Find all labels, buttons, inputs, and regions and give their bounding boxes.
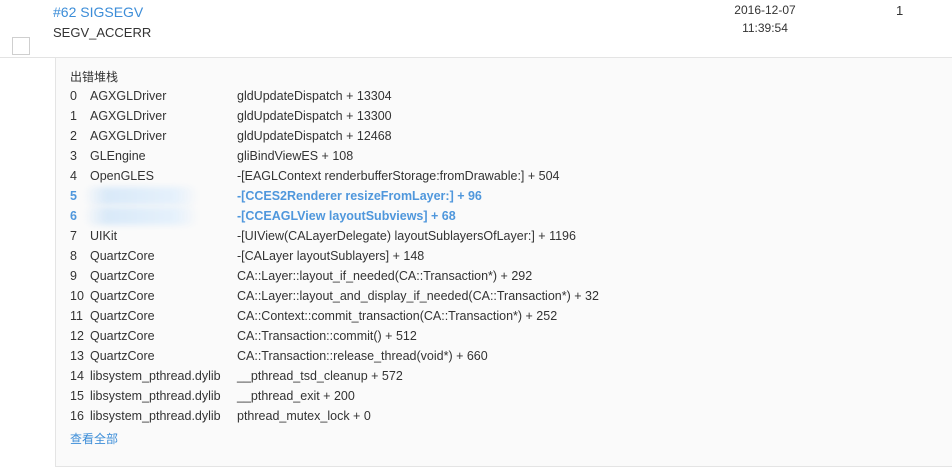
frame-index: 11 — [70, 309, 83, 323]
frame-library: libsystem_pthread.dylib — [90, 409, 221, 423]
frame-index: 2 — [70, 129, 77, 143]
frame-index: 6 — [70, 209, 77, 223]
frame-symbol: CA::Transaction::release_thread(void*) +… — [237, 349, 488, 363]
frame-library: QuartzCore — [90, 349, 155, 363]
issue-title-link[interactable]: #62 SIGSEGV — [53, 4, 143, 20]
frame-index: 12 — [70, 329, 84, 343]
frame-library: AGXGLDriver — [90, 109, 167, 123]
frame-library: AGXGLDriver — [90, 129, 167, 143]
frame-index: 0 — [70, 89, 77, 103]
issue-last-occurrence: 2016-12-07 11:39:54 — [718, 1, 812, 37]
stack-frame-row: 16 libsystem_pthread.dylib pthread_mutex_l… — [70, 406, 930, 426]
frame-symbol: -[CALayer layoutSublayers] + 148 — [237, 249, 425, 263]
frame-symbol: gldUpdateDispatch + 13300 — [237, 109, 392, 123]
frame-symbol: -[CCES2Renderer resizeFromLayer:] + 96 — [237, 189, 482, 203]
frame-index: 1 — [70, 109, 77, 123]
stack-frame-row: 10 QuartzCore CA::Layer::layout_and_displa… — [70, 286, 930, 306]
frame-symbol: CA::Layer::layout_and_display_if_needed(… — [237, 289, 599, 303]
stack-frame-row: 9 QuartzCore CA::Layer::layout_if_needed(C… — [70, 266, 930, 286]
stack-frame-row: 4 OpenGLES -[EAGLContext renderbufferStora… — [70, 166, 930, 186]
frame-library: QuartzCore — [90, 309, 155, 323]
issue-time: 11:39:54 — [742, 21, 788, 35]
frame-index: 7 — [70, 229, 77, 243]
stack-frame-row: 3 GLEngine gliBindViewES + 108 — [70, 146, 930, 166]
frame-library: OpenGLES — [90, 169, 154, 183]
frame-symbol: CA::Context::commit_transaction(CA::Tran… — [237, 309, 558, 323]
issue-row[interactable]: #62 SIGSEGV SEGV_ACCERR 2016-12-07 11:39… — [0, 0, 952, 58]
frame-symbol: __pthread_exit + 200 — [237, 389, 355, 403]
redacted-library-blur — [84, 187, 198, 205]
frame-index: 10 — [70, 289, 84, 303]
frame-library: QuartzCore — [90, 289, 155, 303]
stack-frame-row: 1 AGXGLDriver gldUpdateDispatch + 13300 — [70, 106, 930, 126]
issue-error-code: SEGV_ACCERR — [53, 25, 152, 40]
frame-library: AGXGLDriver — [90, 89, 167, 103]
frame-library: UIKit — [90, 229, 118, 243]
stack-frame-row: 0 AGXGLDriver gldUpdateDispatch + 13304 — [70, 86, 930, 106]
stack-frame-row: 15 libsystem_pthread.dylib __pthread_exit … — [70, 386, 930, 406]
stack-frame-row: 13 QuartzCore CA::Transaction::release_thr… — [70, 346, 930, 366]
stack-frame-row: 14 libsystem_pthread.dylib __pthread_tsd_c… — [70, 366, 930, 386]
stack-frame-row: 7 UIKit -[UIView(CALayerDelegate) layoutSu… — [70, 226, 930, 246]
frame-library: QuartzCore — [90, 329, 155, 343]
frame-library: GLEngine — [90, 149, 146, 163]
view-all-link[interactable]: 查看全部 — [70, 430, 118, 447]
issue-checkbox[interactable] — [12, 37, 30, 55]
frame-symbol: pthread_mutex_lock + 0 — [237, 409, 371, 423]
frame-symbol: -[CCEAGLView layoutSubviews] + 68 — [237, 209, 456, 223]
stack-frame-row: 6 -[CCEAGLView layoutSubviews] + 68 — [70, 206, 930, 226]
stack-frame-row: 8 QuartzCore -[CALayer layoutSublayers] + … — [70, 246, 930, 266]
stack-heading: 出错堆栈 — [70, 70, 119, 84]
frame-symbol: gliBindViewES + 108 — [237, 149, 354, 163]
frame-symbol: gldUpdateDispatch + 13304 — [237, 89, 392, 103]
frame-index: 5 — [70, 189, 77, 203]
frame-symbol: CA::Transaction::commit() + 512 — [237, 329, 417, 343]
frame-index: 4 — [70, 169, 77, 183]
stack-frame-row: 5 -[CCES2Renderer resizeFromLayer:] + 96 — [70, 186, 930, 206]
frame-index: 9 — [70, 269, 77, 283]
frame-index: 13 — [70, 349, 84, 363]
issue-date: 2016-12-07 — [734, 3, 796, 17]
frame-index: 15 — [70, 389, 84, 403]
stack-frame-row: 2 AGXGLDriver gldUpdateDispatch + 12468 — [70, 126, 930, 146]
frame-symbol: -[EAGLContext renderbufferStorage:fromDr… — [237, 169, 560, 183]
frame-library: QuartzCore — [90, 269, 155, 283]
frame-library: libsystem_pthread.dylib — [90, 389, 221, 403]
stack-frame-row: 11 QuartzCore CA::Context::commit_transact… — [70, 306, 930, 326]
stack-frame-row: 12 QuartzCore CA::Transaction::commit() + … — [70, 326, 930, 346]
frame-symbol: gldUpdateDispatch + 12468 — [237, 129, 392, 143]
frame-symbol: __pthread_tsd_cleanup + 572 — [237, 369, 403, 383]
frame-library: libsystem_pthread.dylib — [90, 369, 221, 383]
frame-index: 16 — [70, 409, 84, 423]
frame-symbol: CA::Layer::layout_if_needed(CA::Transact… — [237, 269, 533, 283]
frame-index: 8 — [70, 249, 77, 263]
frame-index: 14 — [70, 369, 84, 383]
frame-index: 3 — [70, 149, 77, 163]
stack-frame-list: 0 AGXGLDriver gldUpdateDispatch + 13304 1 AG… — [70, 86, 930, 426]
redacted-library-blur — [84, 207, 198, 225]
frame-library: QuartzCore — [90, 249, 155, 263]
frame-symbol: -[UIView(CALayerDelegate) layoutSublayer… — [237, 229, 576, 243]
issue-occurrence-count: 1 — [896, 3, 904, 18]
